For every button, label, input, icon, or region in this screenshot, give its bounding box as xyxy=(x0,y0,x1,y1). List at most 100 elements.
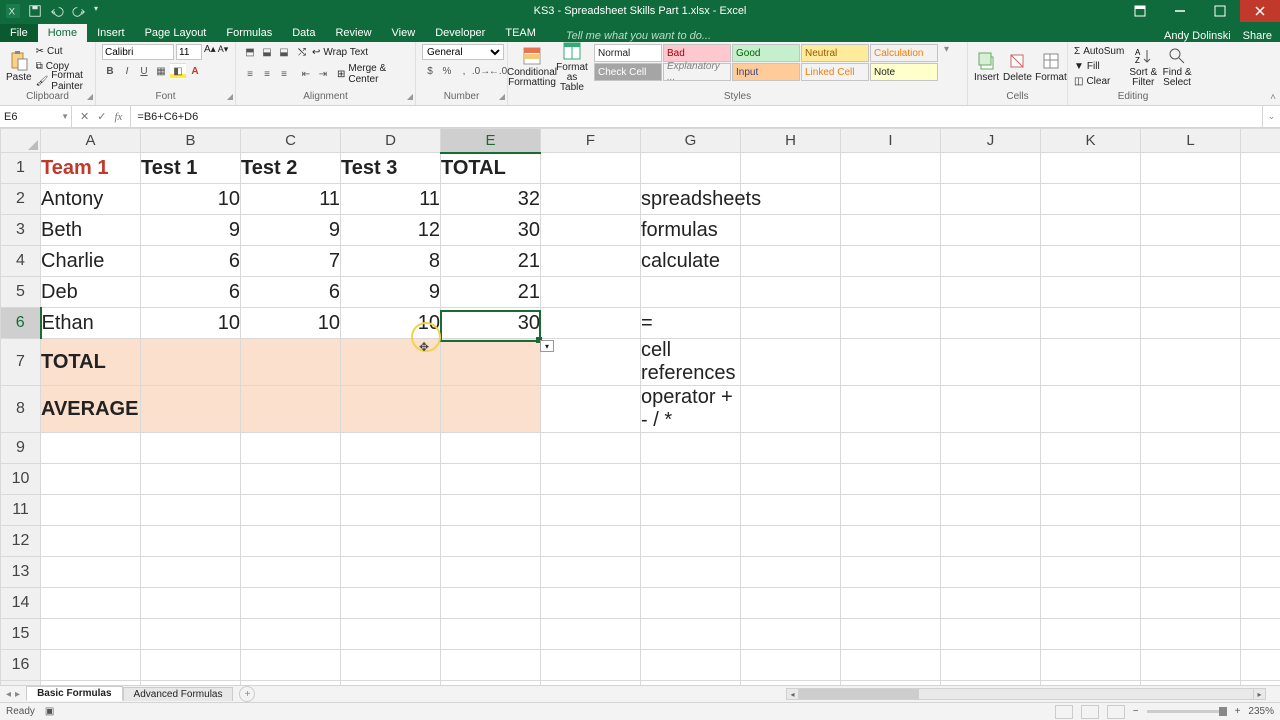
cell-F8[interactable] xyxy=(541,386,641,433)
autosum-button[interactable]: ΣAutoSum xyxy=(1074,44,1124,58)
cell-G12[interactable] xyxy=(641,526,741,557)
cell-D13[interactable] xyxy=(341,557,441,588)
column-header-F[interactable]: F xyxy=(541,129,641,153)
cell-E12[interactable] xyxy=(441,526,541,557)
cell-G16[interactable] xyxy=(641,650,741,681)
zoom-slider[interactable] xyxy=(1147,710,1227,713)
cell-K10[interactable] xyxy=(1041,464,1141,495)
cell-L16[interactable] xyxy=(1141,650,1241,681)
user-name[interactable]: Andy Dolinski xyxy=(1164,30,1231,42)
insert-cells-button[interactable]: Insert xyxy=(974,44,999,90)
cell-A8[interactable]: AVERAGE xyxy=(41,386,141,433)
column-header-K[interactable]: K xyxy=(1041,129,1141,153)
cell-K7[interactable] xyxy=(1041,339,1141,386)
column-header-I[interactable]: I xyxy=(841,129,941,153)
column-header-H[interactable]: H xyxy=(741,129,841,153)
cell-A1[interactable]: Team 1 xyxy=(41,153,141,184)
cell-J10[interactable] xyxy=(941,464,1041,495)
cell-E2[interactable]: 32 xyxy=(441,184,541,215)
cell-D3[interactable]: 12 xyxy=(341,215,441,246)
column-header-D[interactable]: D xyxy=(341,129,441,153)
cell-E11[interactable] xyxy=(441,495,541,526)
cell-B15[interactable] xyxy=(141,619,241,650)
macro-record-icon[interactable]: ▣ xyxy=(45,706,54,717)
cell-E16[interactable] xyxy=(441,650,541,681)
cell-L14[interactable] xyxy=(1141,588,1241,619)
cell-A12[interactable] xyxy=(41,526,141,557)
cell-C12[interactable] xyxy=(241,526,341,557)
cell-E7[interactable] xyxy=(441,339,541,386)
cell-I9[interactable] xyxy=(841,433,941,464)
select-all-corner[interactable] xyxy=(1,129,41,153)
cell-I5[interactable] xyxy=(841,277,941,308)
row-header-5[interactable]: 5 xyxy=(1,277,41,308)
cell-L9[interactable] xyxy=(1141,433,1241,464)
column-header-A[interactable]: A xyxy=(41,129,141,153)
tab-view[interactable]: View xyxy=(382,24,426,42)
font-name-input[interactable] xyxy=(102,44,174,60)
cell-C2[interactable]: 11 xyxy=(241,184,341,215)
redo-icon[interactable] xyxy=(72,4,86,18)
cell-F1[interactable] xyxy=(541,153,641,184)
cell-C8[interactable] xyxy=(241,386,341,433)
row-header-16[interactable]: 16 xyxy=(1,650,41,681)
underline-button[interactable]: U xyxy=(136,63,152,79)
cell-D10[interactable] xyxy=(341,464,441,495)
cell-G3[interactable]: formulas xyxy=(641,215,741,246)
border-button[interactable]: ▦ xyxy=(153,63,169,79)
zoom-out-icon[interactable]: − xyxy=(1133,706,1139,717)
increase-font-icon[interactable]: A▴ xyxy=(204,44,216,60)
style-calculation[interactable]: Calculation xyxy=(870,44,938,62)
cell-H1[interactable] xyxy=(741,153,841,184)
cell-A2[interactable]: Antony xyxy=(41,184,141,215)
cell-H10[interactable] xyxy=(741,464,841,495)
cell-J6[interactable] xyxy=(941,308,1041,339)
percent-format-icon[interactable]: % xyxy=(439,63,455,79)
cell-A10[interactable] xyxy=(41,464,141,495)
cell-K1[interactable] xyxy=(1041,153,1141,184)
cell-C14[interactable] xyxy=(241,588,341,619)
cell-D9[interactable] xyxy=(341,433,441,464)
cell-G8[interactable]: operator + - / * xyxy=(641,386,741,433)
cell-B1[interactable]: Test 1 xyxy=(141,153,241,184)
cell-A9[interactable] xyxy=(41,433,141,464)
cell-B12[interactable] xyxy=(141,526,241,557)
paste-button[interactable]: Paste xyxy=(6,44,32,90)
number-format-select[interactable]: General xyxy=(422,44,504,60)
cell-L11[interactable] xyxy=(1141,495,1241,526)
cell-D8[interactable] xyxy=(341,386,441,433)
cell-H15[interactable] xyxy=(741,619,841,650)
cell-D7[interactable] xyxy=(341,339,441,386)
cell-H11[interactable] xyxy=(741,495,841,526)
cell-styles-gallery[interactable]: Normal Bad Good Neutral Calculation Chec… xyxy=(594,44,938,81)
row-header-4[interactable]: 4 xyxy=(1,246,41,277)
cell-D6[interactable]: 10 xyxy=(341,308,441,339)
horizontal-scrollbar[interactable]: ◂ ▸ xyxy=(786,688,1266,700)
row-header-1[interactable]: 1 xyxy=(1,153,41,184)
styles-more-icon[interactable]: ▾ xyxy=(942,44,949,55)
fx-icon[interactable]: fx xyxy=(114,111,122,123)
scroll-right-icon[interactable]: ▸ xyxy=(1253,689,1265,699)
cell-F16[interactable] xyxy=(541,650,641,681)
scrollbar-thumb[interactable] xyxy=(799,689,919,699)
row-header-14[interactable]: 14 xyxy=(1,588,41,619)
align-bottom-icon[interactable]: ⬓ xyxy=(276,44,292,60)
sheet-nav-prev-icon[interactable]: ◂ xyxy=(6,689,11,700)
cut-button[interactable]: ✂Cut xyxy=(36,44,89,58)
cell-L6[interactable] xyxy=(1141,308,1241,339)
cell-L2[interactable] xyxy=(1141,184,1241,215)
cell-L5[interactable] xyxy=(1141,277,1241,308)
cell-I11[interactable] xyxy=(841,495,941,526)
cell-B6[interactable]: 10 xyxy=(141,308,241,339)
row-header-9[interactable]: 9 xyxy=(1,433,41,464)
cell-G15[interactable] xyxy=(641,619,741,650)
cell-E1[interactable]: TOTAL xyxy=(441,153,541,184)
cell-E15[interactable] xyxy=(441,619,541,650)
fill-color-button[interactable]: ◧ xyxy=(170,63,186,79)
cell-D4[interactable]: 8 xyxy=(341,246,441,277)
align-center-icon[interactable]: ≡ xyxy=(259,66,275,82)
column-header-L[interactable]: L xyxy=(1141,129,1241,153)
style-input[interactable]: Input xyxy=(732,63,800,81)
cancel-formula-icon[interactable]: ✕ xyxy=(80,110,89,123)
cell-D15[interactable] xyxy=(341,619,441,650)
